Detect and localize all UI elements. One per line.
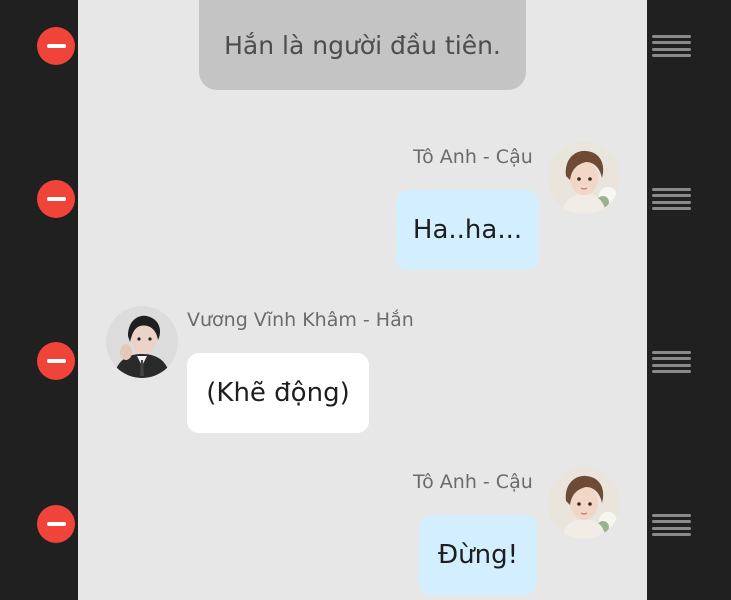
message-sender-name: Tô Anh - Cậu: [413, 471, 533, 493]
chat-area: Hắn là người đầu tiên. Tô Anh - Cậu Ha..…: [78, 0, 647, 600]
message-sender-name: Tô Anh - Cậu: [413, 146, 533, 168]
message-text: (Khẽ động): [206, 378, 350, 408]
drag-handle-icon[interactable]: [652, 188, 691, 210]
minus-circle-icon: [46, 359, 66, 363]
message-bubble[interactable]: (Khẽ động): [187, 353, 369, 433]
minus-circle-icon: [46, 197, 66, 201]
right-edit-rail: [647, 0, 731, 600]
drag-handle-icon[interactable]: [652, 351, 691, 373]
delete-row-button[interactable]: [37, 180, 75, 218]
minus-circle-icon: [46, 522, 66, 526]
message-sender-name: Vương Vĩnh Khâm - Hắn: [187, 309, 414, 331]
delete-row-button[interactable]: [37, 505, 75, 543]
character-avatar-to-anh[interactable]: [548, 142, 620, 214]
narration-text: Hắn là người đầu tiên.: [224, 30, 501, 60]
drag-handle-icon[interactable]: [652, 35, 691, 57]
message-bubble[interactable]: Đừng!: [419, 515, 537, 595]
message-text: Đừng!: [437, 540, 519, 570]
delete-row-button[interactable]: [37, 27, 75, 65]
message-text: Ha..ha...: [412, 215, 523, 245]
delete-row-button[interactable]: [37, 342, 75, 380]
narration-bubble[interactable]: Hắn là người đầu tiên.: [199, 0, 526, 90]
message-bubble[interactable]: Ha..ha...: [396, 190, 539, 270]
character-avatar-to-anh[interactable]: [548, 467, 620, 539]
minus-circle-icon: [46, 44, 66, 48]
character-avatar-vuong-vinh-kham[interactable]: [106, 306, 178, 378]
drag-handle-icon[interactable]: [652, 514, 691, 536]
